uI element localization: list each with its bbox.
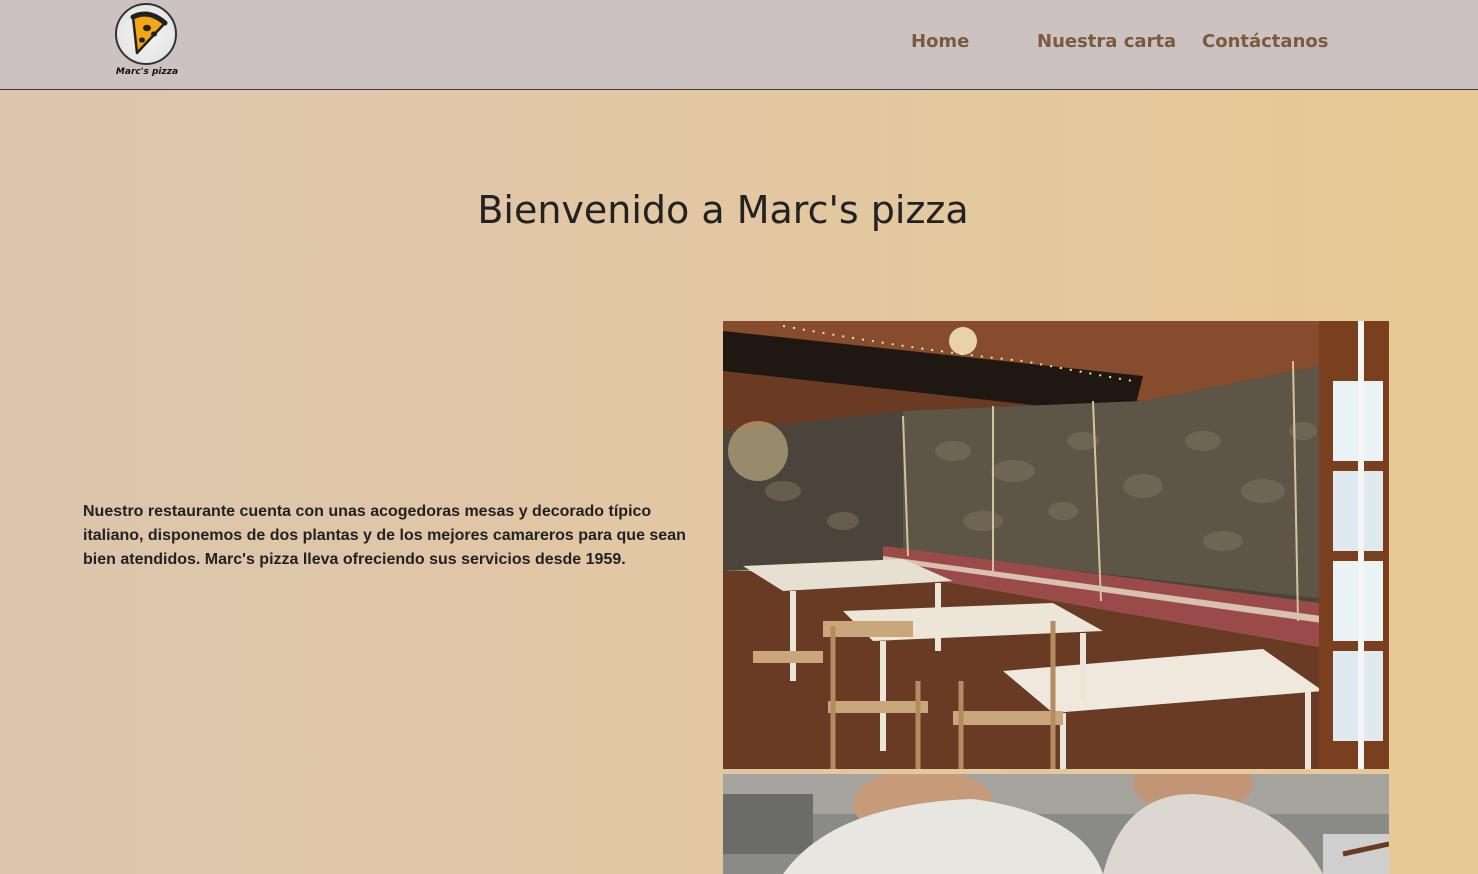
restaurant-interior-photo (723, 321, 1389, 769)
nav-contact-link[interactable]: Contáctanos (1202, 31, 1328, 52)
logo-text: Marc's pizza (115, 67, 179, 77)
page-title: Bienvenido a Marc's pizza (477, 188, 969, 232)
pizza-slice-icon (115, 3, 177, 65)
intro-paragraph: Nuestro restaurante cuenta con unas acog… (83, 503, 686, 568)
pizza-chefs-photo (723, 774, 1389, 874)
logo-link[interactable]: Marc's pizza (112, 3, 182, 83)
navbar: Marc's pizza Home Nuestra carta Contácta… (0, 0, 1478, 90)
nav-home-link[interactable]: Home (911, 31, 969, 52)
nav-menu-link[interactable]: Nuestra carta (1037, 31, 1176, 52)
